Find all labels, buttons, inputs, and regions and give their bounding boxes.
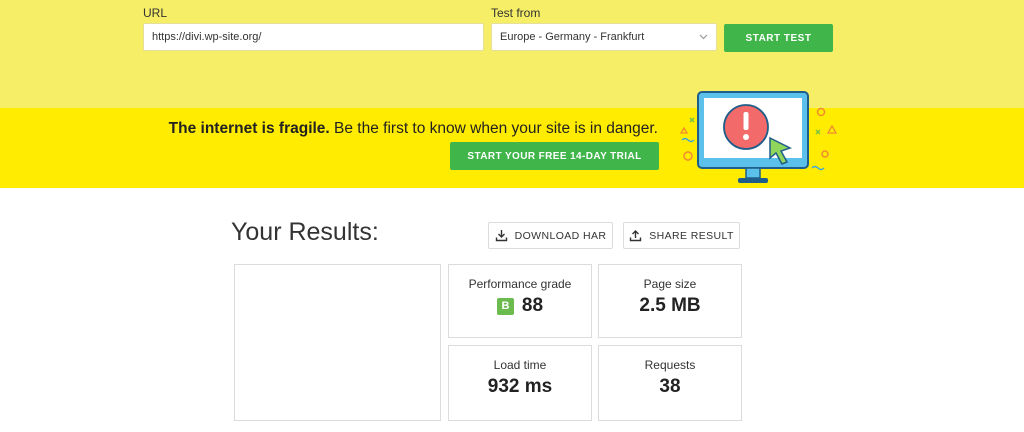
grade-badge: B — [496, 297, 514, 315]
requests-value: 38 — [659, 376, 681, 397]
share-icon — [630, 230, 642, 242]
download-har-button[interactable]: DOWNLOAD HAR — [488, 222, 613, 249]
metric-card-page-size: Page size 2.5 MB — [598, 264, 742, 338]
chevron-down-icon — [699, 32, 708, 42]
performance-grade-label: Performance grade — [468, 277, 572, 291]
performance-score: 88 — [521, 295, 544, 316]
promo-banner: The internet is fragile. Be the first to… — [0, 108, 1024, 188]
start-test-button[interactable]: START TEST — [724, 24, 833, 52]
load-time-value: 932 ms — [487, 376, 553, 397]
url-input[interactable] — [143, 23, 484, 51]
alert-icon — [723, 104, 769, 150]
results-title: Your Results: — [231, 218, 379, 246]
page-size-label: Page size — [643, 277, 697, 291]
performance-grade-value-row: B 88 — [449, 295, 591, 317]
url-label: URL — [143, 6, 168, 20]
monitor-alert-illustration — [680, 91, 838, 183]
download-icon — [495, 230, 507, 242]
test-form-bar: URL Test from Europe - Germany - Frankfu… — [0, 0, 1024, 108]
metric-card-performance-grade: Performance grade B 88 — [448, 264, 592, 338]
load-time-label: Load time — [493, 358, 547, 372]
location-value: Europe - Germany - Frankfurt — [500, 31, 645, 43]
free-trial-button[interactable]: START YOUR FREE 14-DAY TRIAL — [450, 142, 659, 170]
metric-card-load-time: Load time 932 ms — [448, 345, 592, 421]
page-screenshot-placeholder — [234, 264, 441, 421]
tagline-rest: Be the first to know when your site is i… — [329, 120, 658, 137]
share-result-label: SHARE RESULT — [649, 229, 734, 242]
metric-card-requests: Requests 38 — [598, 345, 742, 421]
location-select[interactable]: Europe - Germany - Frankfurt — [491, 23, 717, 51]
share-result-button[interactable]: SHARE RESULT — [623, 222, 740, 249]
page-size-value: 2.5 MB — [639, 295, 701, 316]
location-label: Test from — [491, 6, 541, 20]
download-har-label: DOWNLOAD HAR — [514, 229, 607, 242]
tagline-bold: The internet is fragile. — [168, 120, 330, 137]
requests-label: Requests — [644, 358, 696, 372]
